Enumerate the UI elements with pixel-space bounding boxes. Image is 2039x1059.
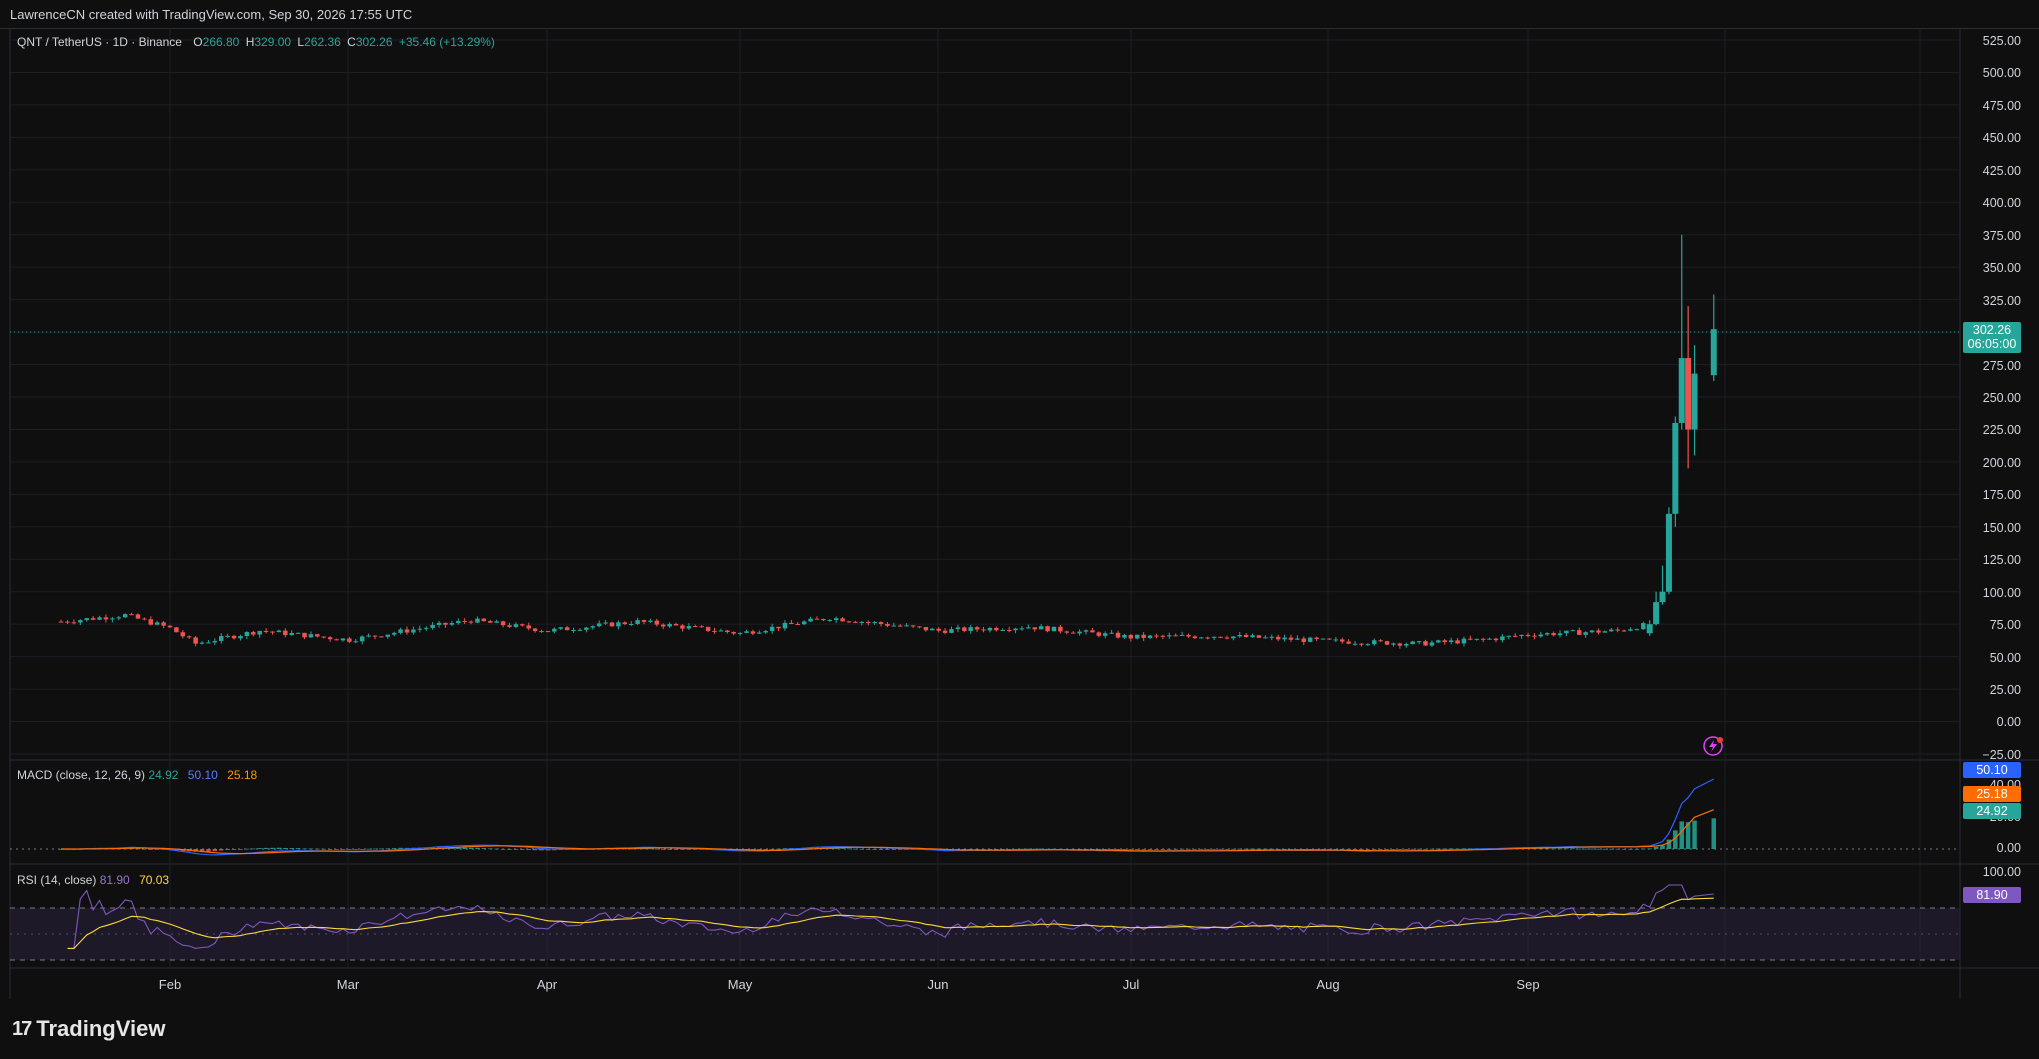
macd-hist-value: 24.92: [148, 768, 179, 782]
tradingview-mark-icon: 17: [12, 1017, 32, 1040]
price-axis-tick: 125.00: [1982, 553, 2021, 568]
time-axis-tick: Aug: [1316, 977, 1340, 992]
close-value: 302.26: [355, 35, 393, 49]
signal-badge: 25.18: [1963, 786, 2021, 802]
price-axis-tick: 150.00: [1982, 520, 2021, 535]
macd-plot: [58, 778, 1717, 856]
price-axis-tick: 50.00: [1989, 650, 2021, 665]
change-value: +35.46 (+13.29%): [398, 35, 495, 49]
price-axis-tick: 400.00: [1982, 196, 2021, 211]
low-value: 262.36: [304, 35, 341, 49]
close-key: C: [347, 35, 356, 49]
price-axis-tick: 250.00: [1982, 390, 2021, 405]
price-axis-tick: 0.00: [1996, 715, 2021, 730]
rsi-legend[interactable]: RSI (14, close) 81.90 70.03: [17, 873, 175, 887]
open-value: 266.80: [202, 35, 240, 49]
last-price-value: 302.26: [1972, 323, 2012, 337]
rsi-band: [10, 908, 1960, 960]
chart-grid: [10, 28, 1960, 968]
symbol-legend[interactable]: QNT / TetherUS · 1D · Binance O266.80 H3…: [17, 35, 498, 49]
macd-badge: 50.10: [1963, 762, 2021, 778]
rsi-axis-tick-100: 100.00: [1982, 865, 2021, 879]
bar-countdown: 06:05:00: [1967, 337, 2017, 351]
tradingview-brand: TradingView: [36, 1016, 166, 1041]
macd-value: 50.10: [187, 768, 218, 782]
price-axis-tick: 75.00: [1989, 618, 2021, 633]
price-axis-tick: 475.00: [1982, 98, 2021, 113]
candlesticks: [58, 234, 1717, 649]
last-price-badge: 302.26 06:05:00: [1963, 322, 2021, 353]
time-axis-tick: May: [727, 977, 753, 992]
price-axis-tick: 200.00: [1982, 455, 2021, 470]
time-axis-tick: Feb: [158, 977, 182, 992]
macd-axis-tick-0: 0.00: [1996, 841, 2021, 855]
price-axis-tick: 25.00: [1989, 683, 2021, 697]
price-axis-tick: 325.00: [1982, 293, 2021, 308]
macd-legend[interactable]: MACD (close, 12, 26, 9) 24.92 50.10 25.1…: [17, 768, 263, 782]
rsi-ma-value: 70.03: [139, 873, 170, 887]
time-axis-tick: Jun: [927, 977, 949, 992]
price-axis-tick: 450.00: [1982, 131, 2021, 146]
price-axis-tick: 525.00: [1982, 34, 2021, 48]
rsi-value: 81.90: [99, 873, 130, 887]
price-axis-tick: 500.00: [1982, 66, 2021, 81]
time-axis-tick: Jul: [1122, 977, 1140, 992]
lightning-alert-icon[interactable]: [1703, 736, 1723, 756]
price-axis-tick: 225.00: [1982, 423, 2021, 438]
price-axis-tick: 375.00: [1982, 228, 2021, 243]
high-value: 329.00: [254, 35, 292, 49]
price-axis-tick: 175.00: [1982, 488, 2021, 503]
price-axis-tick: 100.00: [1982, 585, 2021, 600]
hist-badge: 24.92: [1963, 803, 2021, 819]
rsi-label: RSI (14, close): [17, 873, 97, 887]
price-axis-tick: 275.00: [1982, 358, 2021, 373]
macd-signal-value: 25.18: [227, 768, 258, 782]
price-chart[interactable]: [0, 0, 2039, 1059]
price-axis-tick: 425.00: [1982, 163, 2021, 178]
open-key: O: [193, 35, 203, 49]
tradingview-logo[interactable]: 17 TradingView: [12, 1016, 165, 1042]
price-axis-tick: 350.00: [1982, 261, 2021, 276]
rsi-badge: 81.90: [1963, 887, 2021, 903]
time-axis-tick: Mar: [336, 977, 360, 992]
macd-label: MACD (close, 12, 26, 9): [17, 768, 146, 782]
symbol-name: QNT / TetherUS · 1D · Binance: [17, 35, 182, 49]
time-axis-tick: Sep: [1516, 977, 1540, 992]
price-axis-tick: −25.00: [1982, 747, 2021, 762]
time-axis-tick: Apr: [536, 977, 558, 992]
